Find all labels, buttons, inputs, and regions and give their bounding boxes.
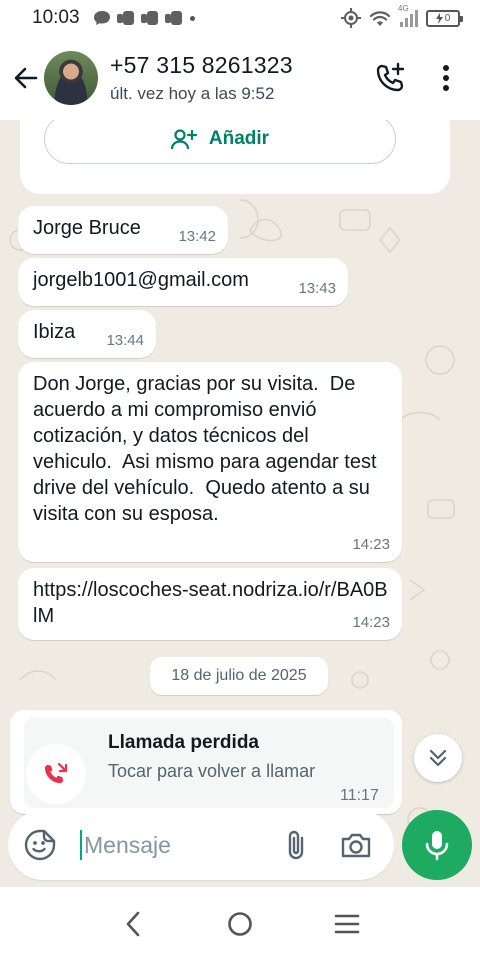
contact-name: +57 315 8261323 bbox=[110, 52, 293, 78]
person-add-icon bbox=[170, 129, 197, 150]
chevron-left-icon bbox=[127, 911, 140, 936]
system-navigation-bar bbox=[0, 887, 480, 960]
battery-level: 0 bbox=[444, 12, 451, 24]
message-time: 13:42 bbox=[178, 228, 216, 245]
chat-header: +57 315 8261323 últ. vez hoy a las 9:52 bbox=[0, 36, 480, 120]
scroll-to-bottom-button[interactable] bbox=[414, 734, 462, 782]
wifi-icon bbox=[369, 11, 391, 26]
camera-button[interactable] bbox=[336, 823, 376, 867]
phone-plus-icon bbox=[376, 62, 405, 92]
add-call-button[interactable] bbox=[368, 56, 412, 100]
message-text: Don Jorge, gracias por su visita. De acu… bbox=[33, 373, 383, 525]
more-vert-icon bbox=[443, 65, 449, 91]
message-bubble[interactable]: Ibiza 13:44 bbox=[18, 310, 156, 358]
voice-message-button[interactable] bbox=[402, 810, 472, 880]
microphone-icon bbox=[425, 831, 449, 861]
nav-home-button[interactable] bbox=[216, 900, 264, 948]
message-link[interactable]: https://loscoches-seat.nodriza.io/r/BA0B… bbox=[33, 577, 388, 629]
text-cursor bbox=[80, 830, 82, 860]
message-bubble[interactable]: Jorge Bruce 13:42 bbox=[18, 206, 228, 254]
message-bubble[interactable]: jorgelb1001@gmail.com 13:43 bbox=[18, 258, 348, 306]
missed-call-time: 11:17 bbox=[340, 787, 379, 804]
chevron-double-down-icon bbox=[429, 749, 447, 767]
battery-icon: 0 bbox=[426, 9, 463, 27]
last-seen-status: últ. vez hoy a las 9:52 bbox=[110, 84, 275, 103]
app-notification-icon bbox=[140, 11, 158, 25]
message-time: 14:23 bbox=[352, 536, 390, 553]
network-type-label: 4G bbox=[398, 4, 409, 13]
message-time: 13:44 bbox=[106, 332, 144, 349]
more-options-button[interactable] bbox=[430, 56, 462, 100]
message-text: jorgelb1001@gmail.com bbox=[33, 269, 249, 291]
chat-notification-icon bbox=[93, 11, 110, 25]
circle-home-icon bbox=[228, 911, 252, 936]
missed-call-subtitle: Tocar para volver a llamar bbox=[108, 761, 316, 781]
menu-lines-icon bbox=[334, 914, 359, 933]
chat-area[interactable]: Añadir Jorge Bruce 13:42 jorgelb1001@gma… bbox=[0, 120, 480, 887]
add-contact-label: Añadir bbox=[208, 128, 270, 149]
app-notification-icon bbox=[116, 11, 134, 25]
notification-icons bbox=[92, 9, 195, 27]
message-input[interactable] bbox=[84, 831, 254, 859]
add-contact-button[interactable]: Añadir bbox=[44, 120, 396, 164]
camera-icon bbox=[341, 833, 371, 858]
contact-avatar[interactable] bbox=[44, 51, 98, 105]
message-time: 13:43 bbox=[298, 280, 336, 297]
contact-info[interactable]: +57 315 8261323 últ. vez hoy a las 9:52 bbox=[110, 52, 293, 104]
nav-recents-button[interactable] bbox=[323, 900, 371, 948]
status-bar: 10:03 4G 0 bbox=[0, 0, 480, 36]
message-time: 14:23 bbox=[352, 614, 390, 631]
app-notification-icon bbox=[164, 11, 182, 25]
back-button[interactable] bbox=[4, 56, 48, 100]
message-composer bbox=[8, 810, 394, 880]
missed-call-title: Llamada perdida bbox=[108, 732, 259, 753]
charging-bolt-icon bbox=[435, 12, 443, 24]
sticker-smile-icon bbox=[24, 829, 56, 861]
phone-missed-icon bbox=[45, 762, 68, 784]
missed-call-icon-wrap bbox=[26, 744, 86, 804]
date-separator: 18 de julio de 2025 bbox=[150, 657, 328, 695]
message-bubble[interactable]: Don Jorge, gracias por su visita. De acu… bbox=[18, 362, 402, 562]
attach-button[interactable] bbox=[278, 823, 314, 867]
more-notifications-dot bbox=[189, 15, 195, 21]
nav-back-button[interactable] bbox=[109, 900, 157, 948]
location-icon bbox=[341, 8, 361, 28]
message-bubble[interactable]: https://loscoches-seat.nodriza.io/r/BA0B… bbox=[18, 568, 402, 640]
status-time: 10:03 bbox=[32, 7, 80, 28]
signal-icon: 4G bbox=[398, 4, 420, 28]
paperclip-icon bbox=[288, 830, 304, 860]
arrow-left-icon bbox=[14, 67, 38, 89]
sticker-button[interactable] bbox=[20, 825, 60, 865]
